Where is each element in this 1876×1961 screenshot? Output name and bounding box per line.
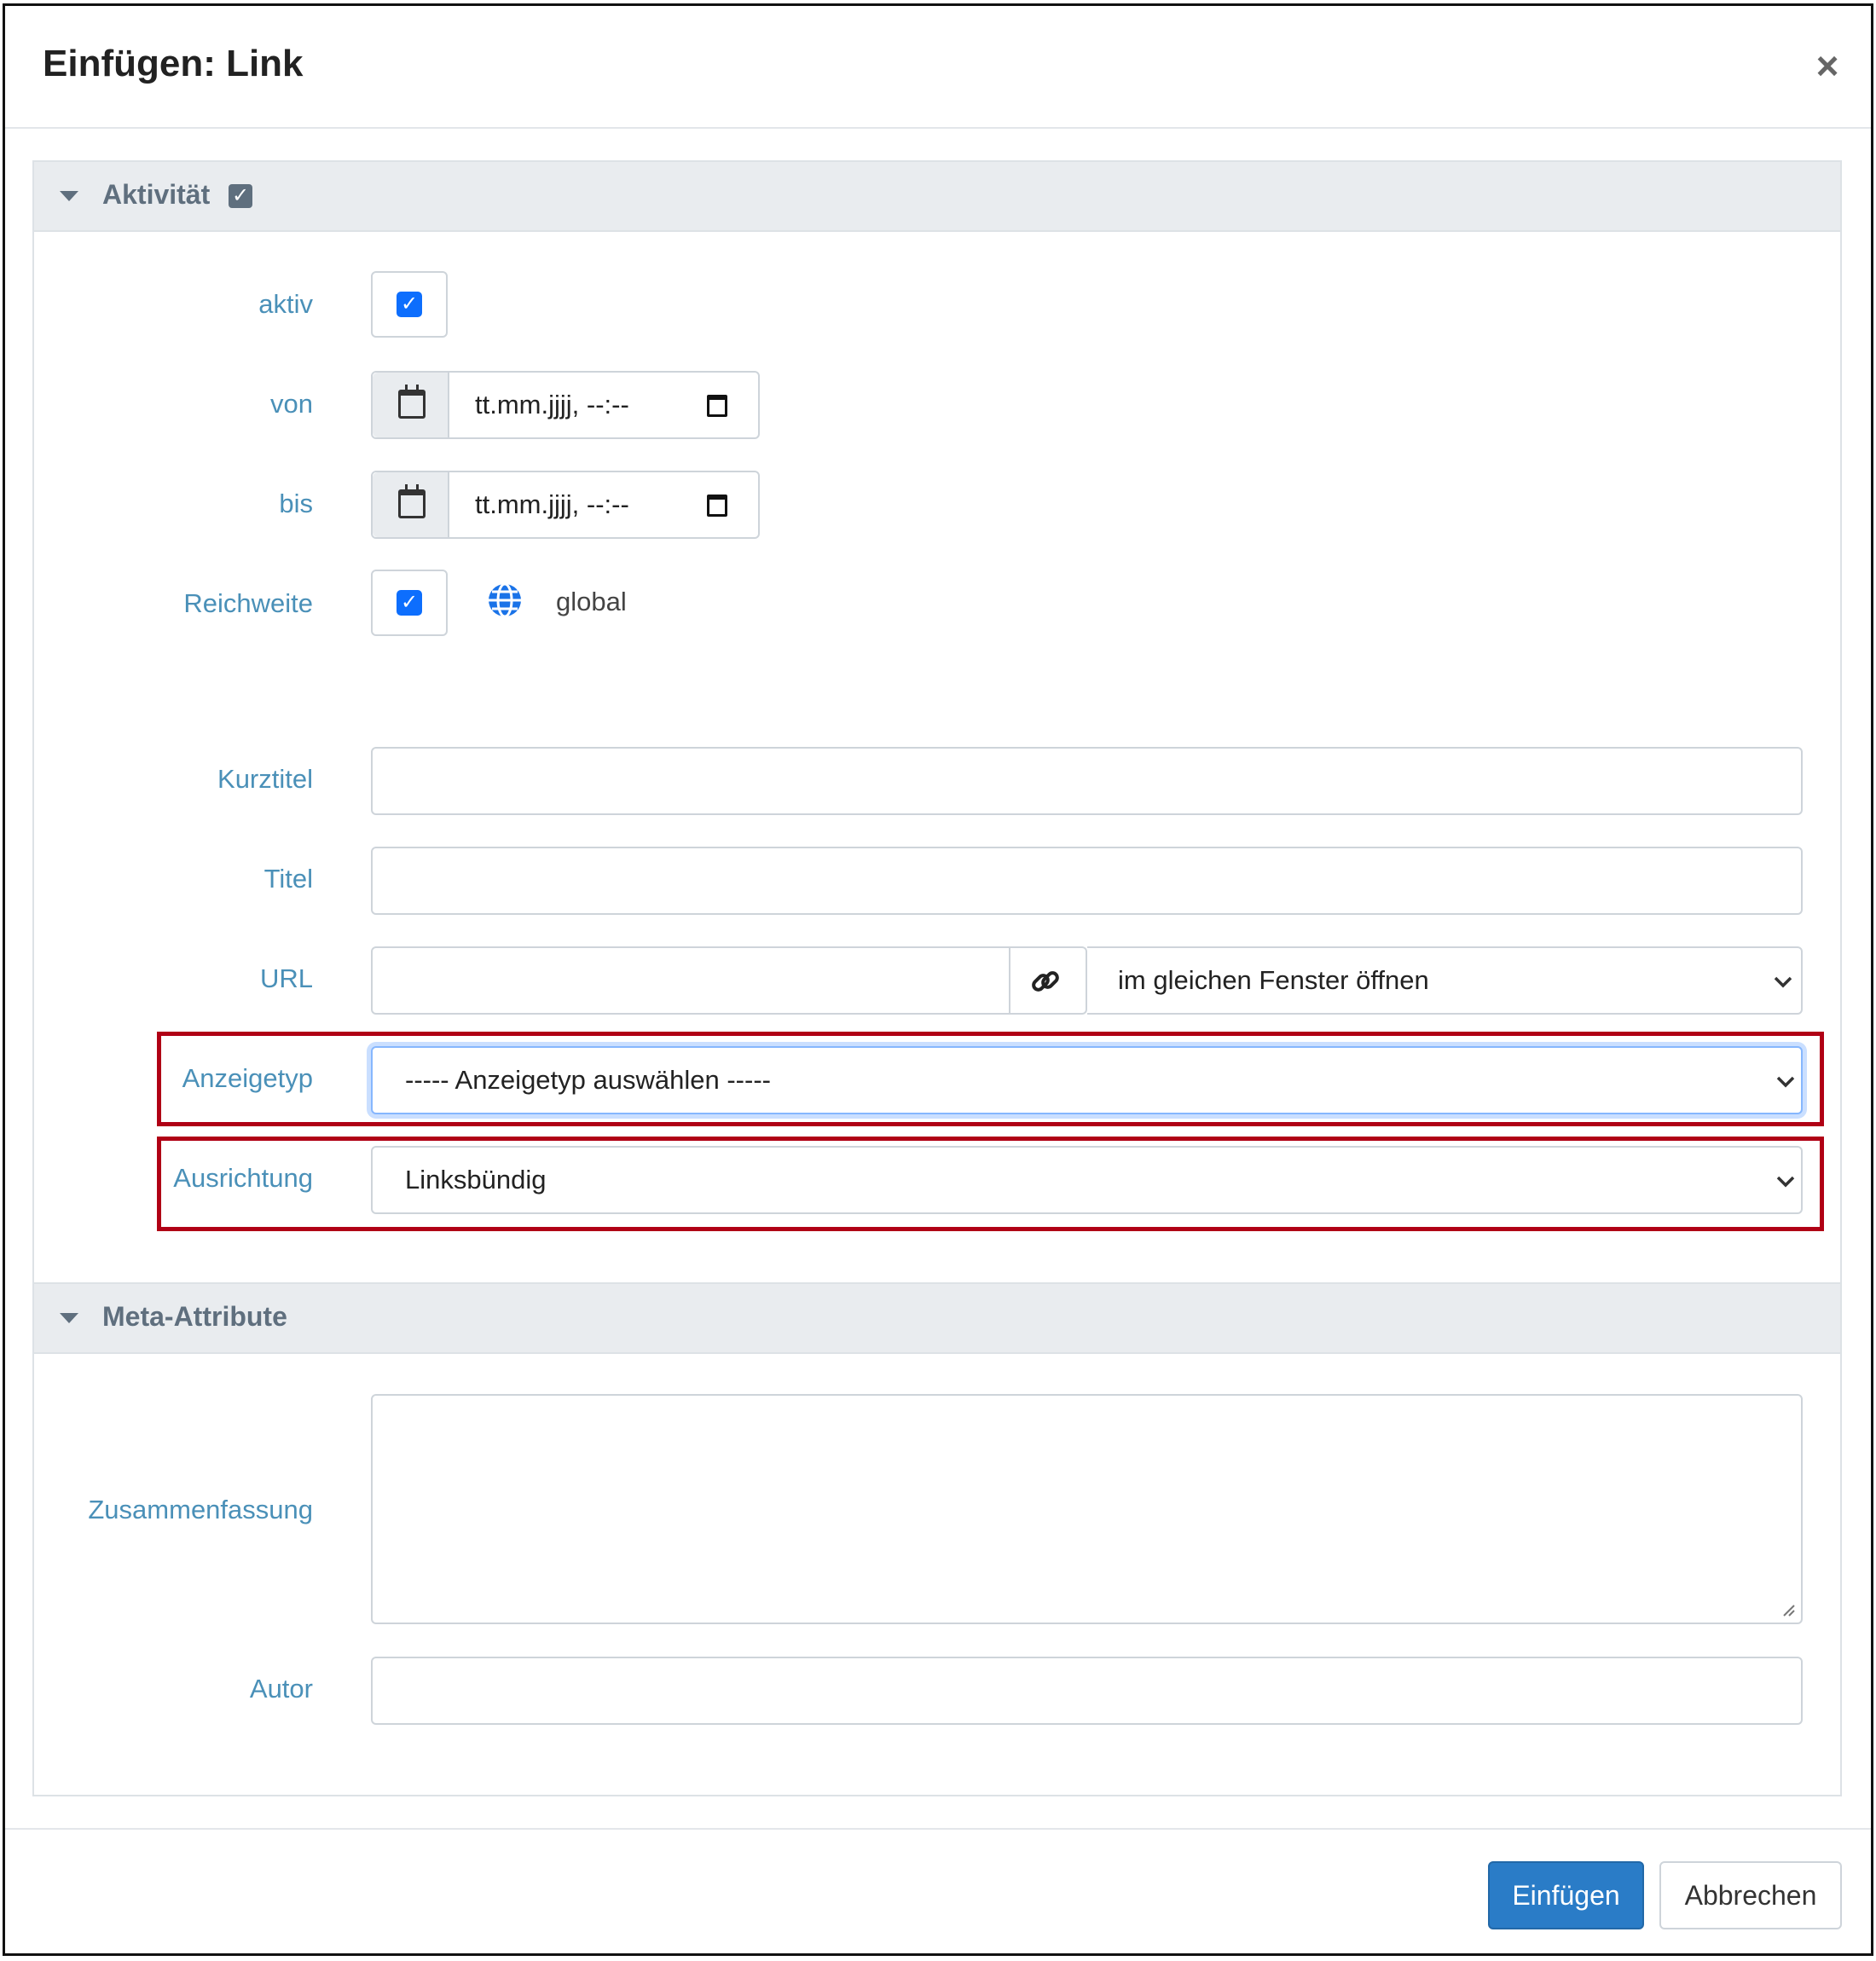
footer-divider (5, 1828, 1871, 1830)
alignment-select[interactable]: Linksbündig (371, 1146, 1803, 1214)
chevron-down-icon (1776, 1076, 1795, 1088)
chevron-down-icon (1776, 1176, 1795, 1188)
summary-textarea[interactable] (371, 1394, 1803, 1624)
activity-header-checkbox-icon[interactable]: ✓ (229, 184, 252, 208)
date-picker-icon[interactable] (707, 495, 727, 517)
url-input[interactable] (373, 948, 1010, 1013)
cancel-button[interactable]: Abbrechen (1659, 1861, 1842, 1929)
resize-grip-icon[interactable] (1780, 1602, 1796, 1617)
scope-value: global (556, 587, 627, 616)
author-label: Autor (249, 1674, 313, 1704)
short-title-label: Kurztitel (217, 764, 313, 794)
title-input[interactable] (371, 847, 1803, 915)
to-date-input[interactable]: tt.mm.jjjj, --:-- (371, 471, 760, 539)
to-date-placeholder: tt.mm.jjjj, --:-- (475, 489, 629, 519)
alignment-label: Ausrichtung (173, 1163, 313, 1193)
url-input-group (371, 946, 1087, 1015)
from-calendar-addon (373, 373, 449, 437)
globe-icon (489, 582, 521, 618)
caret-down-icon (60, 191, 78, 201)
link-icon[interactable] (1029, 965, 1062, 998)
activity-panel-header[interactable]: Aktivität ✓ (34, 162, 1840, 232)
dialog-title: Einfügen: Link (43, 43, 304, 84)
active-checkbox-wrapper: ✓ (371, 271, 448, 338)
url-label: URL (259, 963, 313, 993)
header-divider (5, 127, 1871, 129)
scope-label: Reichweite (183, 588, 313, 618)
close-button[interactable]: × (1806, 44, 1849, 87)
scope-checkbox-wrapper: ✓ (371, 570, 448, 636)
calendar-icon (398, 385, 426, 419)
display-type-select[interactable]: ----- Anzeigetyp auswählen ----- (371, 1046, 1803, 1114)
short-title-input[interactable] (371, 747, 1803, 815)
insert-button[interactable]: Einfügen (1488, 1861, 1644, 1929)
activity-panel-title: Aktivität (102, 179, 211, 210)
summary-label: Zusammenfassung (88, 1495, 313, 1524)
from-date-placeholder: tt.mm.jjjj, --:-- (475, 390, 629, 419)
active-label: aktiv (258, 289, 313, 319)
to-label: bis (279, 489, 313, 518)
to-calendar-addon (373, 472, 449, 537)
from-label: von (270, 389, 313, 419)
date-picker-icon[interactable] (707, 395, 727, 417)
url-target-value: im gleichen Fenster öffnen (1118, 965, 1429, 995)
from-date-input[interactable]: tt.mm.jjjj, --:-- (371, 371, 760, 439)
active-checkbox[interactable]: ✓ (397, 292, 422, 317)
close-icon: × (1815, 43, 1839, 88)
url-target-select[interactable]: im gleichen Fenster öffnen (1087, 946, 1803, 1015)
meta-panel-header[interactable]: Meta-Attribute (34, 1284, 1840, 1354)
meta-panel-title: Meta-Attribute (102, 1301, 287, 1332)
title-label: Titel (263, 864, 313, 894)
alignment-value: Linksbündig (405, 1165, 547, 1195)
caret-down-icon (60, 1313, 78, 1323)
scope-checkbox[interactable]: ✓ (397, 590, 422, 616)
display-type-value: ----- Anzeigetyp auswählen ----- (405, 1065, 771, 1095)
calendar-icon (398, 484, 426, 518)
author-input[interactable] (371, 1657, 1803, 1725)
display-type-label: Anzeigetyp (182, 1063, 313, 1093)
chevron-down-icon (1774, 976, 1792, 988)
